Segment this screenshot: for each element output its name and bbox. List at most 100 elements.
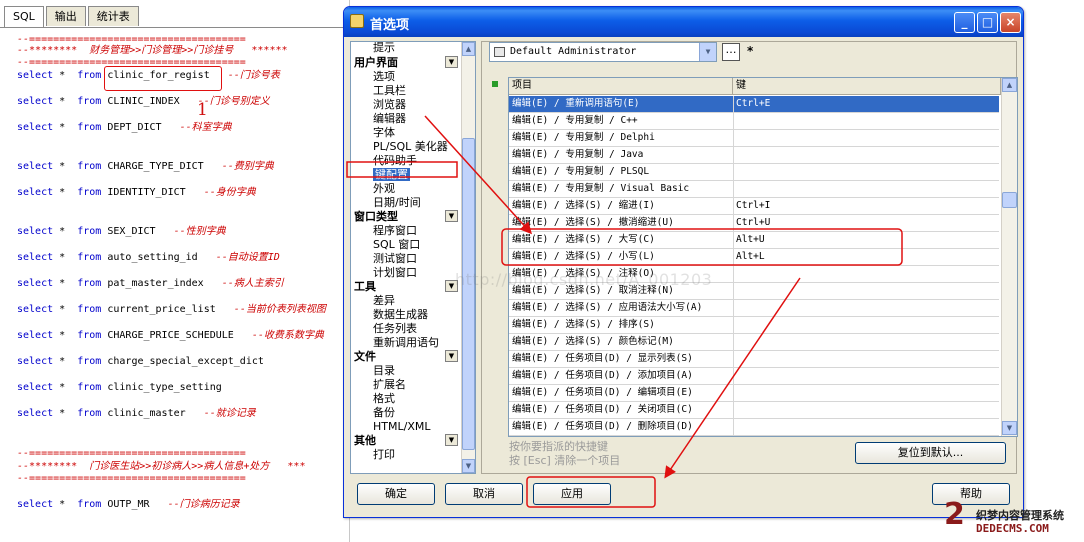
sql-statement-line[interactable]: select * from clinic_master --就诊记录 <box>17 408 256 420</box>
grid-cell-key[interactable] <box>733 181 997 197</box>
grid-row[interactable]: 编辑(E) / 任务项目(D) / 编辑项目(E) <box>509 385 999 402</box>
profile-more-button[interactable]: … <box>722 43 740 61</box>
grid-cell-key[interactable] <box>733 113 997 129</box>
tree-item[interactable]: 格式 <box>373 392 395 405</box>
tree-category[interactable]: 用户界面 ▼ <box>354 56 459 69</box>
sql-editor[interactable]: SQL 输出 统计表 --===========================… <box>0 0 350 542</box>
tree-item[interactable]: 工具栏 <box>373 84 406 97</box>
grid-cell-key[interactable] <box>733 317 997 333</box>
grid-row[interactable]: 编辑(E) / 选择(S) / 小写(L) Alt+L <box>509 249 999 266</box>
grid-row[interactable]: 编辑(E) / 选择(S) / 颜色标记(M) <box>509 334 999 351</box>
grid-cell-key[interactable] <box>733 300 997 316</box>
tree-item[interactable]: PL/SQL 美化器 <box>373 140 448 153</box>
grid-row[interactable]: 编辑(E) / 选择(S) / 排序(S) <box>509 317 999 334</box>
grid-row[interactable]: 编辑(E) / 选择(S) / 应用语法大小写(A) <box>509 300 999 317</box>
tree-item[interactable]: 键配置 <box>373 168 410 181</box>
collapse-icon[interactable]: ▼ <box>445 434 458 446</box>
tree-item[interactable]: 编辑器 <box>373 112 406 125</box>
tree-item[interactable]: SQL 窗口 <box>373 238 420 251</box>
tree-item[interactable]: 打印 <box>373 448 395 461</box>
key-grid[interactable]: 项目 键 编辑(E) / 重新调用语句(E) Ctrl+E 编辑(E) / 专用复制… <box>508 77 1018 437</box>
tree-item[interactable]: 日期/时间 <box>373 196 421 209</box>
sql-statement-line[interactable]: select * from CHARGE_PRICE_SCHEDULE --收费… <box>17 330 324 342</box>
tree-category[interactable]: 窗口类型 ▼ <box>354 210 459 223</box>
tree-item[interactable]: 数据生成器 <box>373 308 428 321</box>
tree-item[interactable]: 测试窗口 <box>373 252 417 265</box>
scroll-thumb[interactable] <box>462 138 475 450</box>
grid-cell-key[interactable]: Ctrl+E <box>733 96 997 112</box>
sql-statement-line[interactable]: select * from CLINIC_INDEX --门诊号别定义 <box>17 96 270 108</box>
column-header-key[interactable]: 键 <box>733 78 1001 94</box>
grid-row[interactable]: 编辑(E) / 专用复制 / Java <box>509 147 999 164</box>
tree-item[interactable]: 提示 <box>373 42 395 54</box>
sql-statement-line[interactable]: select * from pat_master_index --病人主索引 <box>17 278 284 290</box>
grid-cell-key[interactable]: Ctrl+U <box>733 215 997 231</box>
apply-button[interactable]: 应用 <box>533 483 611 505</box>
sql-statement-line[interactable]: select * from CHARGE_TYPE_DICT --费别字典 <box>17 161 274 173</box>
category-tree[interactable]: 提示 用户界面 ▼ 选项 工具栏 浏览器 编辑器 字体 PL/SQL 美化器 代码助手 键配置 外观… <box>350 41 476 474</box>
minimize-button[interactable]: _ <box>954 12 975 33</box>
grid-row[interactable]: 编辑(E) / 专用复制 / PLSQL <box>509 164 999 181</box>
grid-cell-key[interactable] <box>733 351 997 367</box>
tree-item[interactable]: 扩展名 <box>373 378 406 391</box>
collapse-icon[interactable]: ▼ <box>445 350 458 362</box>
sql-statement-line[interactable]: select * from SEX_DICT --性别字典 <box>17 226 226 238</box>
collapse-icon[interactable]: ▼ <box>445 56 458 68</box>
sql-comment-line[interactable]: --******** 财务管理>>门诊管理>>门诊挂号 ****** <box>17 45 288 57</box>
sql-statement-line[interactable]: select * from charge_special_except_dict <box>17 356 282 368</box>
grid-cell-key[interactable] <box>733 130 997 146</box>
scroll-down-icon[interactable]: ▼ <box>462 459 475 473</box>
sql-comment-line[interactable]: --==================================== <box>17 473 246 485</box>
tree-category[interactable]: 工具 ▼ <box>354 280 459 293</box>
sql-statement-line[interactable]: select * from OUTP_MR --门诊病历记录 <box>17 499 240 511</box>
tree-item[interactable]: 差异 <box>373 294 395 307</box>
ok-button[interactable]: 确定 <box>357 483 435 505</box>
column-header-item[interactable]: 项目 <box>509 78 733 94</box>
scroll-up-icon[interactable]: ▲ <box>462 42 475 56</box>
collapse-icon[interactable]: ▼ <box>445 210 458 222</box>
grid-cell-key[interactable] <box>733 164 997 180</box>
tree-item[interactable]: 字体 <box>373 126 395 139</box>
tree-scrollbar[interactable]: ▲ ▼ <box>461 42 475 473</box>
tree-item[interactable]: 外观 <box>373 182 395 195</box>
grid-row[interactable]: 编辑(E) / 任务项目(D) / 显示列表(S) <box>509 351 999 368</box>
grid-cell-key[interactable] <box>733 334 997 350</box>
grid-row[interactable]: 编辑(E) / 任务项目(D) / 关闭项目(C) <box>509 402 999 419</box>
grid-cell-key[interactable] <box>733 419 997 435</box>
scroll-up-icon[interactable]: ▲ <box>1002 78 1017 92</box>
tree-item[interactable]: 程序窗口 <box>373 224 417 237</box>
tree-item[interactable]: 代码助手 <box>373 154 417 167</box>
sql-comment-line[interactable]: --******** 门诊医生站>>初诊病人>>病人信息+处方 *** <box>17 461 305 473</box>
close-button[interactable]: × <box>1000 12 1021 33</box>
sql-statement-line[interactable]: select * from IDENTITY_DICT --身份字典 <box>17 187 256 199</box>
grid-row[interactable]: 编辑(E) / 选择(S) / 缩进(I) Ctrl+I <box>509 198 999 215</box>
grid-cell-key[interactable] <box>733 368 997 384</box>
grid-row[interactable]: 编辑(E) / 重新调用语句(E) Ctrl+E <box>509 96 999 113</box>
sql-statement-line[interactable]: select * from DEPT_DICT --科室字典 <box>17 122 232 134</box>
tree-item[interactable]: 重新调用语句 <box>373 336 439 349</box>
grid-row[interactable]: 编辑(E) / 任务项目(D) / 删除项目(D) <box>509 419 999 436</box>
tree-item[interactable]: 任务列表 <box>373 322 417 335</box>
grid-row[interactable]: 编辑(E) / 选择(S) / 撤消缩进(U) Ctrl+U <box>509 215 999 232</box>
sql-statement-line[interactable]: select * from current_price_list --当前价表列… <box>17 304 326 316</box>
grid-cell-key[interactable]: Alt+U <box>733 232 997 248</box>
grid-cell-key[interactable]: Ctrl+I <box>733 198 997 214</box>
grid-row[interactable]: 编辑(E) / 专用复制 / C++ <box>509 113 999 130</box>
reset-defaults-button[interactable]: 复位到默认... <box>855 442 1006 464</box>
grid-row[interactable]: 编辑(E) / 专用复制 / Delphi <box>509 130 999 147</box>
sql-statement-line[interactable]: select * from clinic_type_setting <box>17 382 240 394</box>
tree-category[interactable]: 文件 ▼ <box>354 350 459 363</box>
tree-item[interactable]: HTML/XML <box>373 420 430 433</box>
grid-row[interactable]: 编辑(E) / 专用复制 / Visual Basic <box>509 181 999 198</box>
grid-row[interactable]: 编辑(E) / 任务项目(D) / 添加项目(A) <box>509 368 999 385</box>
grid-cell-key[interactable] <box>733 402 997 418</box>
scroll-thumb[interactable] <box>1002 192 1017 208</box>
grid-cell-key[interactable] <box>733 283 997 299</box>
cancel-button[interactable]: 取消 <box>445 483 523 505</box>
grid-cell-key[interactable]: Alt+L <box>733 249 997 265</box>
profile-select[interactable]: Default Administrator ▼ <box>489 42 717 62</box>
grid-cell-key[interactable] <box>733 266 997 282</box>
tree-item[interactable]: 浏览器 <box>373 98 406 111</box>
maximize-button[interactable]: □ <box>977 12 998 33</box>
grid-scrollbar[interactable]: ▲ ▼ <box>1001 78 1017 436</box>
